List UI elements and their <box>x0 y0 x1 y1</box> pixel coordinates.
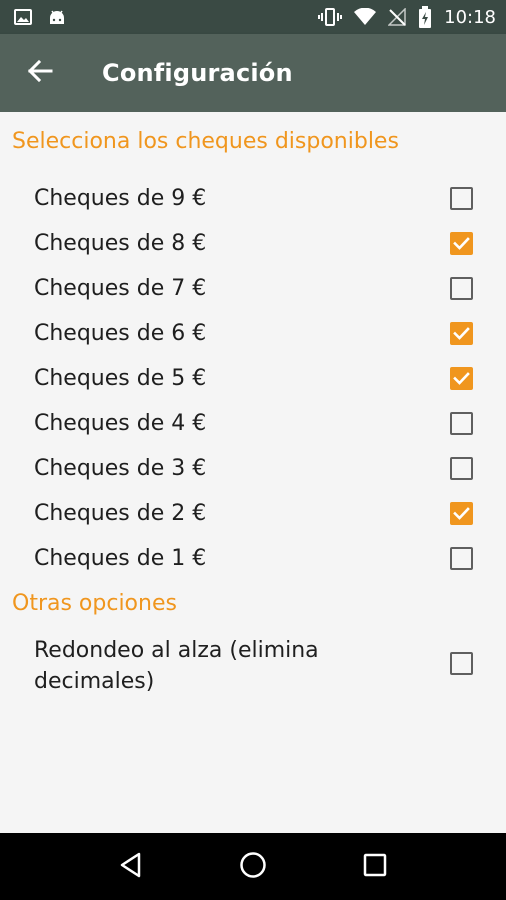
checkbox[interactable] <box>450 277 473 300</box>
checkbox[interactable] <box>450 547 473 570</box>
checkbox[interactable] <box>450 322 473 345</box>
list-item-label: Cheques de 2 € <box>34 501 207 526</box>
toolbar: Configuración <box>0 34 506 112</box>
checkbox[interactable] <box>450 232 473 255</box>
list-item[interactable]: Cheques de 5 € <box>0 356 506 401</box>
arrow-back-icon <box>27 58 53 88</box>
checkmark-icon <box>453 327 470 340</box>
list-item-label: Cheques de 9 € <box>34 186 207 211</box>
list-item[interactable]: Cheques de 4 € <box>0 401 506 446</box>
settings-list: Selecciona los cheques disponibles Chequ… <box>0 112 506 833</box>
list-item[interactable]: Cheques de 6 € <box>0 311 506 356</box>
back-triangle-icon <box>118 852 144 882</box>
list-item-label: Cheques de 1 € <box>34 546 207 571</box>
list-item[interactable]: Cheques de 8 € <box>0 221 506 266</box>
list-item-label: Redondeo al alza (elimina decimales) <box>34 638 319 694</box>
section-header-cheques: Selecciona los cheques disponibles <box>12 129 399 154</box>
battery-charging-icon <box>418 6 432 28</box>
checkbox[interactable] <box>450 367 473 390</box>
recents-square-icon <box>363 853 387 881</box>
page-title: Configuración <box>102 59 293 87</box>
checkbox[interactable] <box>450 502 473 525</box>
status-right: 10:18 <box>306 6 496 28</box>
list-item-label: Cheques de 4 € <box>34 411 207 436</box>
checkbox[interactable] <box>450 457 473 480</box>
list-item[interactable]: Cheques de 9 € <box>0 176 506 221</box>
android-icon <box>48 8 66 26</box>
no-signal-icon <box>388 8 406 26</box>
list-item[interactable]: Cheques de 3 € <box>0 446 506 491</box>
image-icon <box>14 8 32 26</box>
list-item-label: Cheques de 6 € <box>34 321 207 346</box>
checkmark-icon <box>453 237 470 250</box>
list-item-label: Cheques de 5 € <box>34 366 207 391</box>
vibrate-icon <box>318 7 343 27</box>
checkmark-icon <box>453 372 470 385</box>
checkbox[interactable] <box>450 187 473 210</box>
checkbox[interactable] <box>450 652 473 675</box>
list-item-label: Cheques de 8 € <box>34 231 207 256</box>
nav-back-button[interactable] <box>101 837 161 897</box>
status-left <box>14 8 82 26</box>
list-item[interactable]: Redondeo al alza (elimina decimales) <box>0 632 506 696</box>
nav-recents-button[interactable] <box>345 837 405 897</box>
status-bar: 10:18 <box>0 0 506 34</box>
list-item-label: Cheques de 7 € <box>34 276 207 301</box>
section-header-otras: Otras opciones <box>12 591 177 616</box>
navigation-bar <box>0 833 506 900</box>
list-item[interactable]: Cheques de 1 € <box>0 536 506 581</box>
list-item-label: Cheques de 3 € <box>34 456 207 481</box>
home-circle-icon <box>239 851 267 883</box>
checkmark-icon <box>453 507 470 520</box>
clock: 10:18 <box>444 6 496 28</box>
list-item[interactable]: Cheques de 2 € <box>0 491 506 536</box>
back-button[interactable] <box>0 34 80 112</box>
wifi-icon <box>354 8 377 26</box>
list-item[interactable]: Cheques de 7 € <box>0 266 506 311</box>
checkbox[interactable] <box>450 412 473 435</box>
nav-home-button[interactable] <box>223 837 283 897</box>
